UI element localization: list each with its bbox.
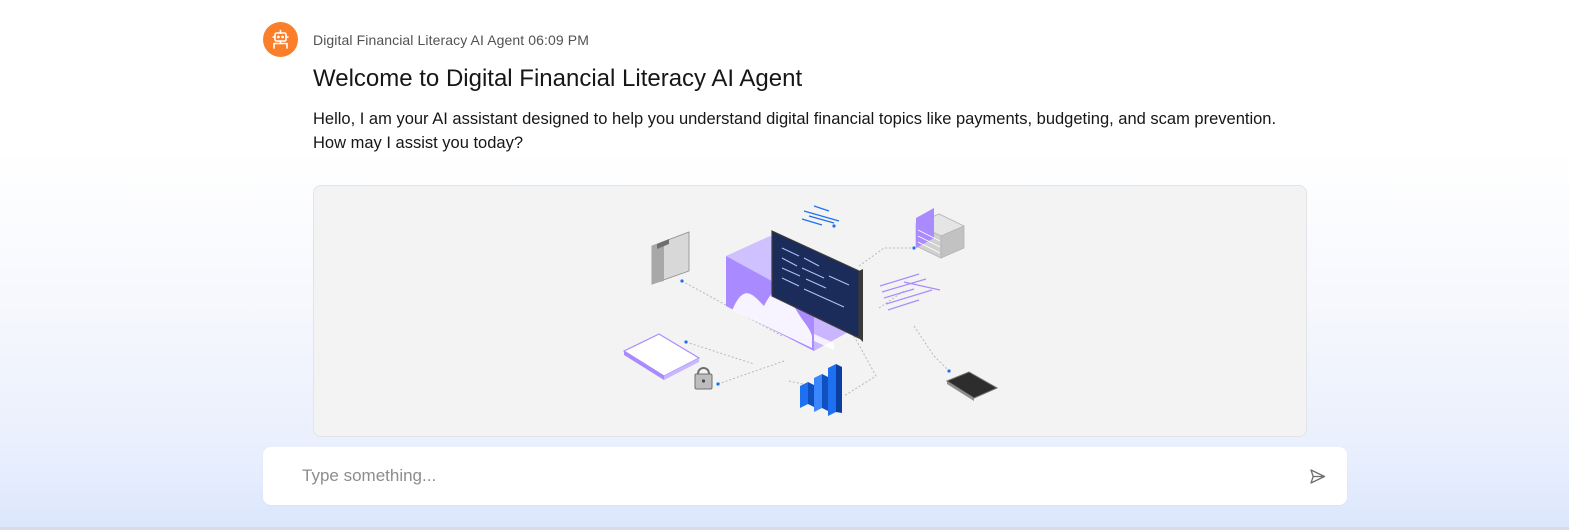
phone-graphic xyxy=(945,371,999,401)
message-meta: Digital Financial Literacy AI Agent 06:09… xyxy=(313,32,589,48)
message-composer xyxy=(263,447,1347,505)
message-input[interactable] xyxy=(287,447,1267,505)
message-body: Hello, I am your AI assistant designed t… xyxy=(313,110,1277,152)
message-timestamp: 06:09 PM xyxy=(528,32,590,48)
bar-chart-graphic xyxy=(800,364,842,416)
monitor-graphic xyxy=(726,230,863,351)
send-icon xyxy=(1309,468,1325,484)
robot-icon xyxy=(272,29,289,49)
folder-graphic xyxy=(651,231,690,285)
agent-name: Digital Financial Literacy AI Agent xyxy=(313,32,525,48)
server-graphic xyxy=(915,208,965,259)
book-graphic xyxy=(622,333,701,380)
illustration-card xyxy=(313,185,1307,437)
message-title: Welcome to Digital Financial Literacy AI… xyxy=(313,65,803,92)
agent-avatar xyxy=(263,22,298,57)
data-network-illustration xyxy=(622,205,999,416)
lock-graphic xyxy=(694,367,713,390)
send-button[interactable] xyxy=(1307,466,1327,486)
